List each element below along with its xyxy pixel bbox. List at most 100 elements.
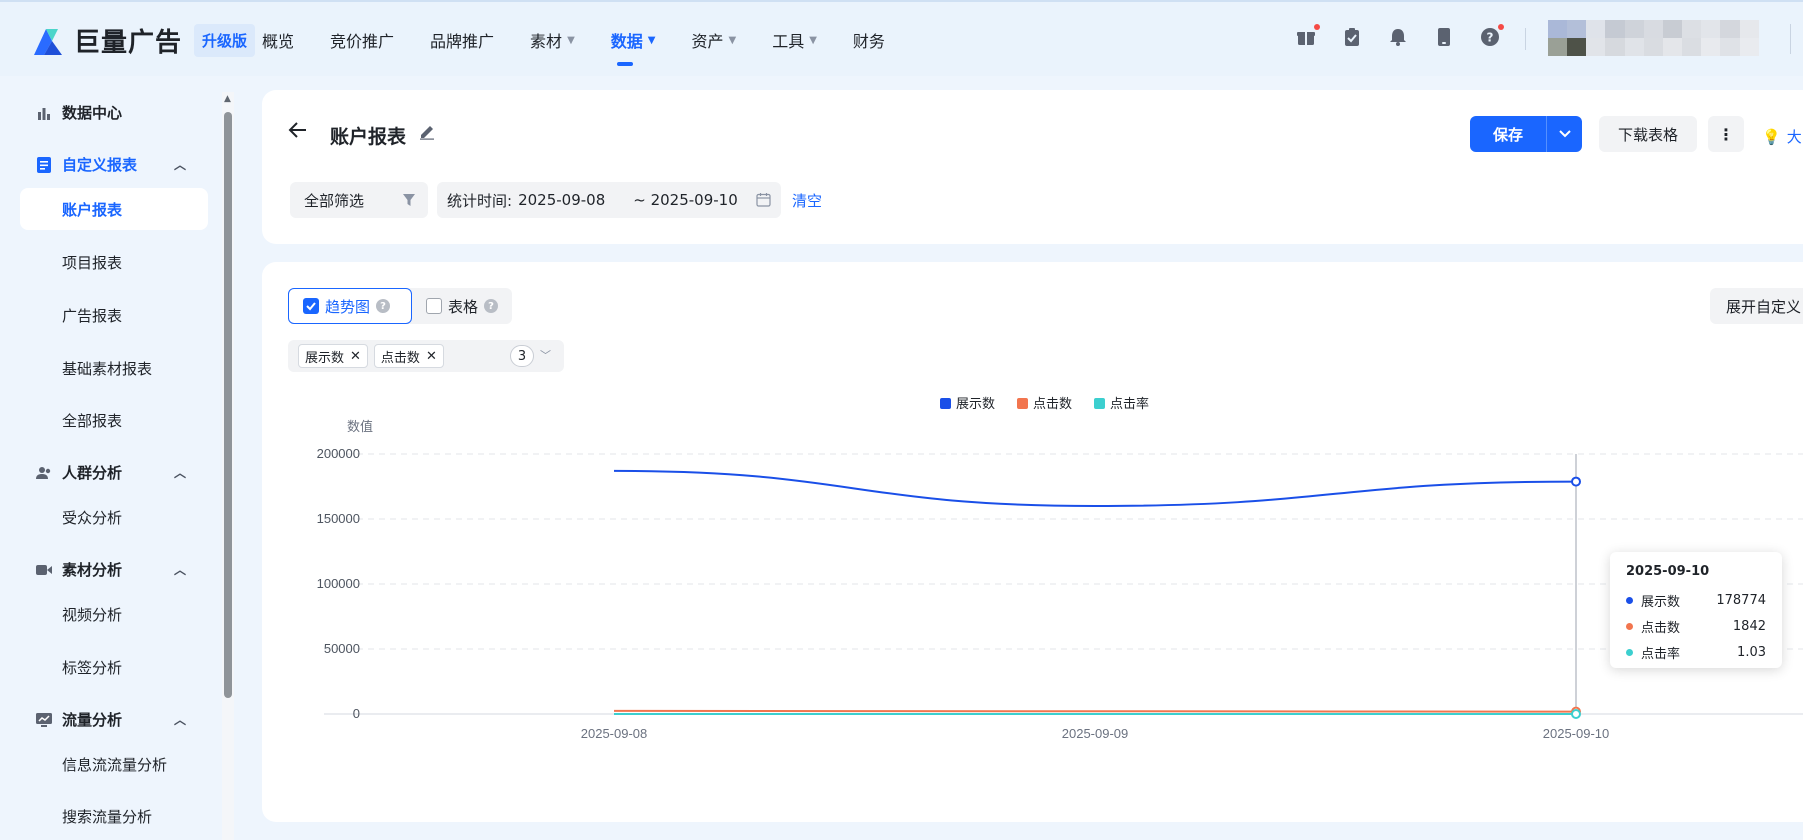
- nav-tools[interactable]: 工具 ▼: [772, 28, 817, 52]
- series-dot: [1626, 622, 1633, 630]
- gift-icon[interactable]: [1295, 24, 1320, 48]
- sidebar-group-custom-reports[interactable]: 自定义报表 ︿: [36, 154, 186, 175]
- legend-swatch: [940, 398, 951, 409]
- caret-down-icon: ▼: [567, 34, 575, 46]
- tooltip-series-name: 展示数: [1641, 594, 1681, 610]
- nav-data[interactable]: 数据 ▼: [611, 28, 655, 66]
- lightbulb-icon: 💡: [1762, 127, 1781, 146]
- scroll-thumb[interactable]: [224, 112, 232, 698]
- tooltip-row: 展示数 178774: [1626, 587, 1766, 613]
- logo-mark-icon: [30, 23, 66, 57]
- chart-card: 趋势图 ? 表格 ? 展开自定义 展示数 ✕ 点击数 ✕ 3 ﹀ 展示数 点击数 点击率…: [262, 262, 1803, 822]
- legend-label: 展示数: [956, 396, 995, 411]
- chevron-up-icon[interactable]: ︿: [174, 561, 186, 578]
- caret-down-icon: ▼: [809, 34, 817, 46]
- tooltip-series-name: 点击率: [1641, 646, 1681, 662]
- trend-line-chart: 展示数 点击数 点击率数值2000001500001000005000002025-…: [317, 396, 1803, 741]
- account-info-blurred[interactable]: [1548, 20, 1778, 56]
- y-axis-title: 数值: [347, 419, 373, 434]
- chevron-up-icon[interactable]: ︿: [174, 156, 186, 173]
- logo[interactable]: 巨量广告 升级版: [30, 22, 256, 58]
- tooltip-row: 点击数 1842: [1626, 613, 1766, 639]
- sidebar-scrollbar[interactable]: ▲: [222, 92, 234, 840]
- save-button-group: 保存: [1470, 116, 1582, 152]
- series-dot: [1626, 596, 1633, 604]
- clipboard-icon[interactable]: [1341, 26, 1363, 48]
- bell-icon[interactable]: [1387, 26, 1409, 48]
- chevron-up-icon[interactable]: ︿: [174, 464, 186, 481]
- legend-swatch: [1017, 398, 1028, 409]
- nav-resources[interactable]: 资产 ▼: [691, 28, 736, 52]
- sidebar-item-feed-traffic[interactable]: 信息流流量分析: [62, 754, 167, 775]
- help-icon[interactable]: ?: [1479, 24, 1504, 48]
- tooltip-value: 1.03: [1737, 644, 1766, 660]
- series-dot: [1626, 648, 1633, 656]
- x-tick-label: 2025-09-08: [581, 726, 648, 741]
- series-line: [613, 469, 1577, 508]
- sidebar-item-project-report[interactable]: 项目报表: [62, 252, 122, 273]
- clear-filters-link[interactable]: 清空: [792, 190, 822, 211]
- y-tick-label: 50000: [324, 641, 360, 656]
- save-dropdown-chevron-icon[interactable]: [1546, 116, 1582, 152]
- filter-funnel-icon: [402, 193, 416, 211]
- report-header-card: 账户报表 保存 下载表格 ⋮ 💡 大 全部筛选 统计时间: 2025-09-08…: [262, 90, 1803, 244]
- x-tick-label: 2025-09-10: [1543, 726, 1610, 741]
- sidebar-item-all-reports[interactable]: 全部报表: [62, 410, 122, 431]
- tooltip-title: 2025-09-10: [1626, 564, 1710, 579]
- date-range-picker[interactable]: 统计时间: 2025-09-08 ~ 2025-09-10: [437, 182, 781, 218]
- tooltip-row: 点击率 1.03: [1626, 639, 1766, 665]
- nav-bidding-promotion[interactable]: 竞价推广: [330, 28, 394, 52]
- nav-brand-promotion[interactable]: 品牌推广: [430, 28, 494, 52]
- monitor-chart-icon: [36, 712, 52, 728]
- more-options-button[interactable]: ⋮: [1708, 116, 1744, 152]
- series-line: [613, 709, 1577, 713]
- date-start[interactable]: 2025-09-08: [518, 191, 605, 209]
- bar-chart-icon: [36, 105, 52, 121]
- sidebar-item-tag-analysis[interactable]: 标签分析: [62, 657, 122, 678]
- divider: [1525, 28, 1526, 50]
- sidebar-item-material-report[interactable]: 基础素材报表: [62, 358, 152, 379]
- y-tick-label: 200000: [317, 446, 360, 461]
- sidebar-group-material-analysis[interactable]: 素材分析 ︿: [36, 559, 186, 580]
- nav-assets-material[interactable]: 素材 ▼: [530, 28, 575, 52]
- chart-tooltip: 2025-09-10 展示数 178774 点击数 1842 点击率 1.03: [1610, 552, 1782, 668]
- nav-overview[interactable]: 概览: [262, 28, 294, 52]
- divider: [1790, 24, 1791, 54]
- sidebar-item-account-report[interactable]: 账户报表: [62, 199, 122, 220]
- legend-swatch: [1094, 398, 1105, 409]
- download-table-button[interactable]: 下载表格: [1599, 116, 1697, 152]
- video-icon: [36, 562, 52, 578]
- y-tick-label: 150000: [317, 511, 360, 526]
- sidebar-group-data-center[interactable]: 数据中心: [36, 102, 186, 123]
- caret-down-icon: ▼: [728, 34, 737, 46]
- date-end[interactable]: ~ 2025-09-10: [633, 191, 738, 209]
- x-tick-label: 2025-09-09: [1062, 726, 1129, 741]
- people-icon: [36, 465, 52, 481]
- back-arrow-icon[interactable]: [288, 120, 308, 146]
- notification-dot: [1498, 24, 1504, 30]
- nav-finance[interactable]: 财务: [853, 28, 885, 52]
- main-nav: 概览 竞价推广 品牌推广 素材 ▼ 数据 ▼ 资产 ▼ 工具 ▼ 财务: [262, 2, 921, 78]
- top-icon-group: ?: [1295, 24, 1525, 48]
- sidebar-group-audience-analysis[interactable]: 人群分析 ︿: [36, 462, 186, 483]
- sidebar-group-label: 流量分析: [62, 711, 123, 729]
- sidebar-item-ad-report[interactable]: 广告报表: [62, 305, 122, 326]
- tablet-icon[interactable]: [1433, 26, 1455, 48]
- sidebar-group-label: 素材分析: [62, 561, 123, 579]
- scroll-up-arrow-icon[interactable]: ▲: [224, 94, 231, 104]
- chevron-up-icon[interactable]: ︿: [174, 711, 186, 728]
- legend-label: 点击率: [1110, 396, 1149, 411]
- sidebar-item-audience[interactable]: 受众分析: [62, 507, 122, 528]
- filter-label: 全部筛选: [304, 191, 365, 210]
- tip-link[interactable]: 💡 大: [1762, 126, 1802, 147]
- sidebar-item-search-traffic[interactable]: 搜索流量分析: [62, 806, 152, 827]
- svg-text:?: ?: [1487, 31, 1494, 45]
- all-filters-button[interactable]: 全部筛选: [290, 182, 428, 218]
- sidebar-item-video-analysis[interactable]: 视频分析: [62, 604, 122, 625]
- tooltip-value: 1842: [1732, 618, 1766, 634]
- page-title: 账户报表: [330, 126, 407, 148]
- save-button[interactable]: 保存: [1470, 116, 1546, 152]
- sidebar-group-traffic-analysis[interactable]: 流量分析 ︿: [36, 709, 186, 730]
- edit-pencil-icon[interactable]: [418, 122, 436, 140]
- tooltip-value: 178774: [1716, 592, 1766, 608]
